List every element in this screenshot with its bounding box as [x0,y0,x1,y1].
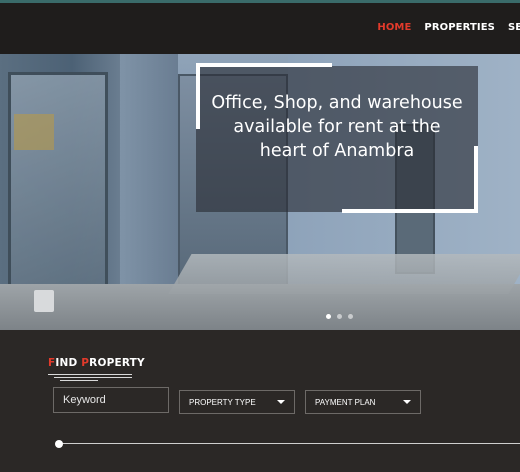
caption-frame-top [196,63,332,67]
chevron-down-icon [403,400,411,404]
hero-image-steps [168,254,520,294]
caption-frame-left [196,63,200,129]
hero-image-bucket [34,290,54,312]
caption-frame-right [474,146,478,213]
chevron-down-icon [277,400,285,404]
title-underline-1 [48,374,132,375]
title-underline-3 [60,380,98,381]
nav-home-link[interactable]: HOME [377,22,411,33]
top-navbar: HOME PROPERTIES SER [0,0,520,54]
property-type-label: PROPERTY TYPE [189,397,256,407]
find-title-mid: IND [55,357,82,369]
nav-properties-link[interactable]: PROPERTIES [424,22,495,33]
hero-image-window-shelf [14,114,54,150]
nav-services-link[interactable]: SER [508,22,520,33]
price-slider-handle[interactable] [55,440,63,448]
payment-plan-label: PAYMENT PLAN [315,397,376,407]
find-property-title: FIND PROPERTY [48,357,145,369]
find-title-letter-p: P [81,357,90,369]
hero-image-glass-door [8,72,108,312]
carousel-dot-1[interactable] [326,314,331,319]
carousel-dots [326,314,353,319]
carousel-dot-2[interactable] [337,314,342,319]
caption-frame-bottom [342,209,478,213]
keyword-input[interactable] [53,387,169,413]
find-title-rest: ROPERTY [89,357,145,369]
property-type-select[interactable]: PROPERTY TYPE [179,390,295,414]
carousel-dot-3[interactable] [348,314,353,319]
hero-caption: Office, Shop, and warehouse available fo… [211,93,463,161]
payment-plan-select[interactable]: PAYMENT PLAN [305,390,421,414]
title-underline-2 [54,377,132,378]
price-range-slider[interactable] [58,443,520,444]
main-nav: HOME PROPERTIES SER [364,22,520,33]
